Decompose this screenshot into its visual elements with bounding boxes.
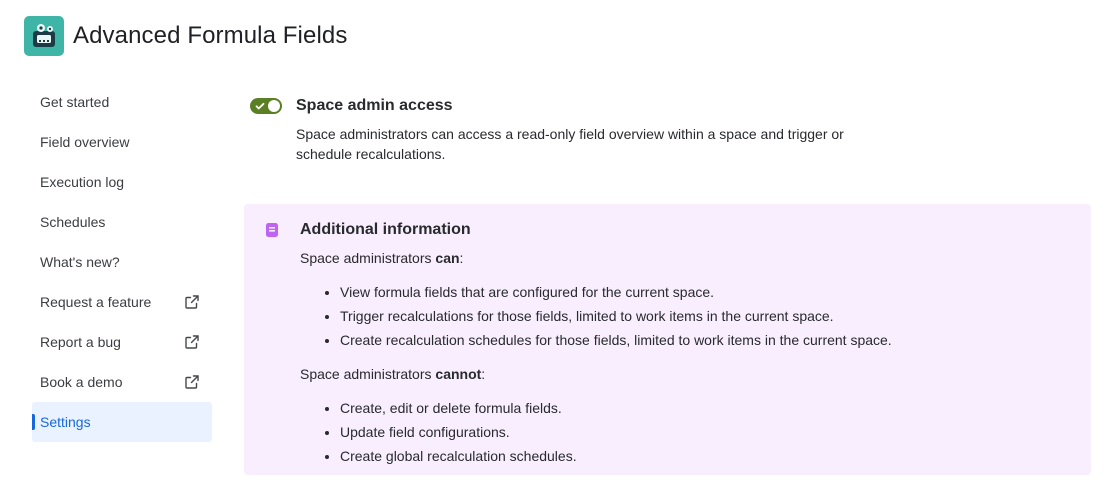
list-item: Create, edit or delete formula fields.: [340, 396, 892, 420]
toggle-knob: [268, 100, 280, 112]
app-title: Advanced Formula Fields: [73, 22, 348, 49]
sidebar-item-whats-new[interactable]: What's new?: [32, 242, 212, 282]
external-link-icon: [184, 374, 200, 390]
list-item: Trigger recalculations for those fields,…: [340, 304, 892, 328]
sidebar-item-get-started[interactable]: Get started: [32, 82, 212, 122]
sidebar-item-label: Report a bug: [40, 334, 121, 350]
sidebar-item-field-overview[interactable]: Field overview: [32, 122, 212, 162]
external-link-icon: [184, 334, 200, 350]
list-item: Create recalculation schedules for those…: [340, 328, 892, 352]
app-logo-icon: [24, 16, 64, 56]
space-admin-access-toggle[interactable]: [250, 98, 282, 114]
sidebar-nav: Get started Field overview Execution log…: [32, 82, 212, 442]
sidebar-item-label: Settings: [40, 414, 91, 430]
space-admin-access-setting: Space admin access Space administrators …: [244, 92, 1091, 164]
sidebar-item-settings[interactable]: Settings: [32, 402, 212, 442]
toggle-title: Space admin access: [296, 97, 453, 114]
additional-info-panel: Additional information Space administrat…: [244, 204, 1091, 475]
settings-content: Space admin access Space administrators …: [244, 92, 1091, 475]
sidebar-item-request-feature[interactable]: Request a feature: [32, 282, 212, 322]
cannot-heading: Space administrators cannot:: [300, 366, 486, 382]
list-item: Update field configurations.: [340, 420, 892, 444]
sidebar-item-label: Execution log: [40, 174, 125, 190]
app-header: Advanced Formula Fields: [24, 16, 347, 56]
sidebar-item-label: Schedules: [40, 214, 106, 230]
sidebar-item-schedules[interactable]: Schedules: [32, 202, 212, 242]
note-icon: [266, 223, 278, 237]
check-icon: [255, 102, 265, 110]
external-link-icon: [184, 294, 200, 310]
sidebar-item-label: Request a feature: [40, 294, 152, 310]
sidebar-item-label: Book a demo: [40, 374, 123, 390]
sidebar-item-execution-log[interactable]: Execution log: [32, 162, 212, 202]
toggle-description: Space administrators can access a read-o…: [296, 126, 844, 162]
sidebar-item-book-demo[interactable]: Book a demo: [32, 362, 212, 402]
sidebar-item-label: Field overview: [40, 134, 130, 150]
can-heading: Space administrators can:: [300, 250, 464, 266]
can-list: View formula fields that are configured …: [300, 280, 892, 352]
info-title: Additional information: [300, 221, 471, 238]
sidebar-item-label: Get started: [40, 94, 110, 110]
cannot-list: Create, edit or delete formula fields. U…: [300, 396, 892, 468]
sidebar-item-label: What's new?: [40, 254, 120, 270]
sidebar-item-report-bug[interactable]: Report a bug: [32, 322, 212, 362]
list-item: View formula fields that are configured …: [340, 280, 892, 304]
list-item: Create global recalculation schedules.: [340, 444, 892, 468]
